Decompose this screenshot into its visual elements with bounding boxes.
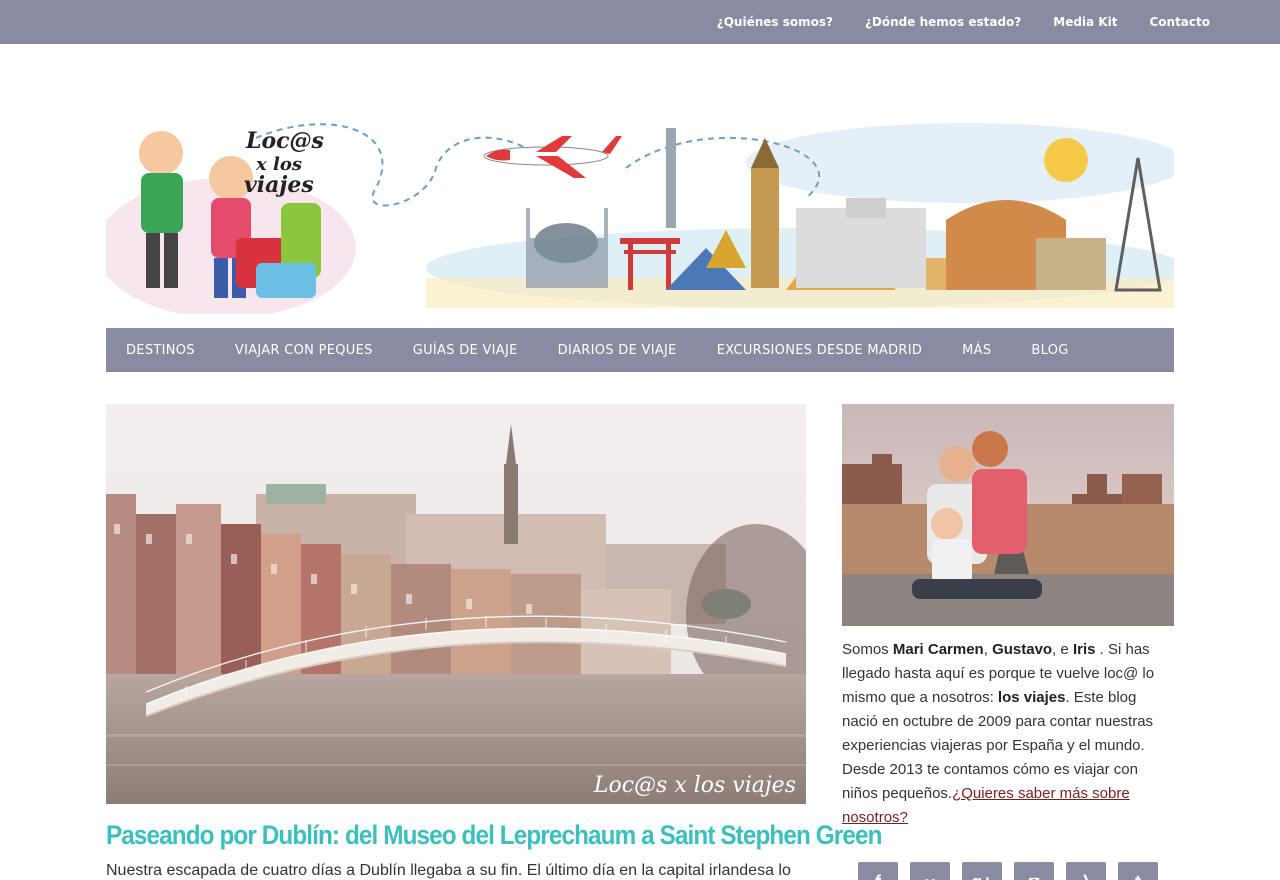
post-featured-image[interactable]: Loc@s x los viajes (106, 404, 806, 804)
post-excerpt: Nuestra escapada de cuatro días a Dublín… (106, 862, 791, 879)
name-iris: Iris (1072, 641, 1096, 658)
topnav-donde-hemos-estado[interactable]: ¿Dónde hemos estado? (865, 15, 1021, 29)
name-gustavo: Gustavo (992, 641, 1053, 658)
topnav-contacto[interactable]: Contacto (1149, 15, 1210, 29)
airplane-icon (483, 136, 622, 178)
nav-destinos[interactable]: DESTINOS (126, 343, 195, 358)
nav-mas[interactable]: MÁS (962, 343, 991, 358)
dublin-bridge-photo: Loc@s x los viajes (106, 404, 806, 804)
sun-icon (1044, 138, 1088, 182)
instagram-icon[interactable]: ◘ (1014, 862, 1054, 880)
photo-watermark: Loc@s x los viajes (593, 773, 796, 798)
googleplus-icon[interactable]: g+ (962, 862, 1002, 880)
facebook-icon[interactable]: f (858, 862, 898, 880)
nav-excursiones-desde-madrid[interactable]: EXCURSIONES DESDE MADRID (717, 343, 922, 358)
name-mari-carmen: Mari Carmen (892, 641, 984, 658)
twitter-icon[interactable]: t (1118, 862, 1158, 880)
social-icons: f •• g+ ◘ ) t (858, 862, 1158, 880)
topnav-quienes-somos[interactable]: ¿Quiénes somos? (717, 15, 833, 29)
about-separator: , (983, 641, 993, 658)
nav-blog[interactable]: BLOG (1031, 343, 1068, 358)
about-text-part: Somos (842, 641, 893, 658)
nav-diarios-de-viaje[interactable]: DIARIOS DE VIAJE (558, 343, 677, 358)
top-bar: ¿Quiénes somos? ¿Dónde hemos estado? Med… (0, 0, 1280, 44)
logo-text-1: Loc@s (245, 128, 324, 154)
flickr-icon[interactable]: •• (910, 862, 950, 880)
post-title[interactable]: Paseando por Dublín: del Museo del Lepre… (106, 820, 882, 851)
about-text: Somos Mari Carmen, Gustavo, e Iris . Si … (842, 638, 1174, 830)
topnav-media-kit[interactable]: Media Kit (1053, 15, 1117, 29)
about-separator: , e (1052, 641, 1073, 658)
sidebar-family-photo (842, 404, 1174, 626)
logo-text-3: viajes (244, 172, 314, 198)
header-banner[interactable]: Loc@s x los viajes (106, 108, 1174, 314)
family-road-photo (842, 404, 1174, 626)
main-nav: DESTINOS VIAJAR CON PEQUES GUÍAS DE VIAJ… (106, 328, 1174, 372)
about-bold-los-viajes: los viajes (997, 689, 1066, 706)
nav-guias-de-viaje[interactable]: GUÍAS DE VIAJE (413, 343, 518, 358)
top-nav: ¿Quiénes somos? ¿Dónde hemos estado? Med… (717, 0, 1210, 44)
nav-viajar-con-peques[interactable]: VIAJAR CON PEQUES (235, 343, 373, 358)
banner-illustration: Loc@s x los viajes (106, 123, 1174, 314)
rss-icon[interactable]: ) (1066, 862, 1106, 880)
